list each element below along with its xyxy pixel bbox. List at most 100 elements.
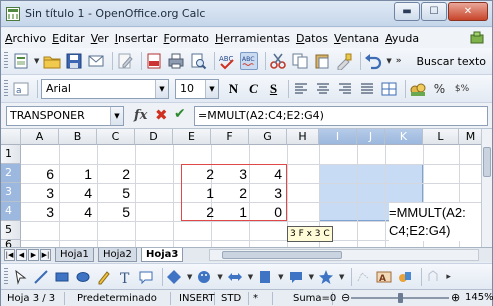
cell-f4[interactable]: 1 bbox=[211, 204, 247, 220]
align-left-icon[interactable] bbox=[292, 80, 310, 98]
horizontal-scrollbar[interactable] bbox=[209, 249, 479, 261]
column-header[interactable]: D bbox=[135, 129, 173, 145]
standard-format-button[interactable]: $% bbox=[451, 80, 473, 98]
export-pdf-icon[interactable] bbox=[145, 52, 163, 70]
function-wizard-icon[interactable]: fx bbox=[134, 108, 147, 123]
menu-insertar[interactable]: Insertar bbox=[115, 32, 158, 45]
email-icon[interactable] bbox=[87, 52, 105, 70]
first-sheet-icon[interactable]: |◀ bbox=[4, 249, 15, 261]
cell-c3[interactable]: 5 bbox=[97, 185, 130, 201]
justify-icon[interactable] bbox=[358, 80, 376, 98]
column-header[interactable]: B bbox=[59, 129, 97, 145]
column-header[interactable]: A bbox=[21, 129, 59, 145]
cell-edit-line-1[interactable]: =MMULT(A2: bbox=[389, 203, 481, 223]
cell-f2[interactable]: 3 bbox=[211, 166, 247, 182]
selection-mode[interactable]: STD bbox=[221, 292, 249, 305]
clone-format-icon[interactable] bbox=[335, 52, 353, 70]
spreadsheet-grid[interactable]: A B C D E F G H I J K L M 1 2 3 4 5 6 6 … bbox=[1, 129, 492, 247]
cell-b2[interactable]: 1 bbox=[59, 166, 92, 182]
toolbar-grip[interactable] bbox=[4, 79, 8, 98]
print-preview-icon[interactable] bbox=[189, 52, 207, 70]
cancel-icon[interactable]: ✖ bbox=[155, 106, 168, 124]
cell-a3[interactable]: 3 bbox=[21, 185, 54, 201]
column-header[interactable]: I bbox=[319, 129, 357, 145]
column-header[interactable]: L bbox=[423, 129, 459, 145]
cell-a4[interactable]: 3 bbox=[21, 204, 54, 220]
minimize-button[interactable]: ▬ bbox=[394, 2, 420, 21]
page-style[interactable]: Predeterminado bbox=[71, 292, 171, 305]
underline-button[interactable]: S bbox=[265, 80, 282, 98]
toolbar-overflow-icon[interactable]: ▸ bbox=[446, 272, 451, 282]
accept-icon[interactable]: ✔ bbox=[174, 106, 186, 122]
column-header[interactable]: F bbox=[211, 129, 249, 145]
zoom-slider-thumb[interactable] bbox=[398, 293, 403, 303]
cell-g3[interactable]: 3 bbox=[249, 185, 282, 201]
select-arrow-icon[interactable] bbox=[12, 269, 28, 285]
cell-c2[interactable]: 2 bbox=[97, 166, 130, 182]
cell-b4[interactable]: 4 bbox=[59, 204, 92, 220]
cell-b3[interactable]: 4 bbox=[59, 185, 92, 201]
maximize-button[interactable]: ☐ bbox=[421, 2, 447, 21]
menu-ver[interactable]: Ver bbox=[91, 32, 109, 45]
chevron-down-icon[interactable]: ▼ bbox=[110, 107, 123, 125]
cell-a2[interactable]: 6 bbox=[21, 166, 54, 182]
align-center-icon[interactable] bbox=[314, 80, 332, 98]
symbol-shapes-icon[interactable] bbox=[196, 269, 212, 285]
paste-icon[interactable] bbox=[313, 52, 331, 70]
spellcheck-icon[interactable]: ABC bbox=[218, 52, 236, 70]
font-size-select[interactable]: 10 ▼ bbox=[175, 78, 219, 99]
percent-format-button[interactable]: % bbox=[431, 80, 448, 98]
chevron-down-icon[interactable]: ▼ bbox=[155, 79, 168, 98]
align-right-icon[interactable] bbox=[336, 80, 354, 98]
save-icon[interactable] bbox=[65, 52, 83, 70]
menu-formato[interactable]: Formato bbox=[164, 32, 210, 45]
previous-sheet-icon[interactable]: ◀ bbox=[16, 249, 27, 261]
undo-icon[interactable] bbox=[364, 52, 382, 70]
column-header[interactable]: H bbox=[287, 129, 319, 145]
column-header[interactable]: E bbox=[173, 129, 211, 145]
block-arrows-icon[interactable] bbox=[227, 269, 243, 285]
vertical-scroll-thumb[interactable] bbox=[483, 147, 491, 177]
menu-ventana[interactable]: Ventana bbox=[334, 32, 379, 45]
column-header[interactable]: M bbox=[459, 129, 483, 145]
cell-e2[interactable]: 2 bbox=[173, 166, 214, 182]
stars-icon[interactable] bbox=[318, 269, 334, 285]
cell-g4[interactable]: 0 bbox=[249, 204, 282, 220]
menu-ayuda[interactable]: Ayuda bbox=[385, 32, 419, 45]
toolbar-grip[interactable] bbox=[4, 52, 8, 70]
row-header[interactable]: 3 bbox=[1, 183, 21, 202]
chevron-down-icon[interactable]: ▼ bbox=[187, 273, 192, 281]
rectangle-icon[interactable] bbox=[54, 269, 70, 285]
menu-editar[interactable]: Editar bbox=[52, 32, 85, 45]
font-name-select[interactable]: Arial ▼ bbox=[41, 78, 169, 99]
cell-f3[interactable]: 2 bbox=[211, 185, 247, 201]
edit-file-icon[interactable] bbox=[116, 52, 134, 70]
vertical-scrollbar[interactable] bbox=[481, 129, 492, 247]
row-header[interactable]: 2 bbox=[1, 164, 21, 183]
cell-e4[interactable]: 2 bbox=[173, 204, 214, 220]
name-box[interactable]: TRANSPONER ▼ bbox=[6, 106, 124, 126]
flowchart-icon[interactable] bbox=[257, 269, 273, 285]
gallery-icon[interactable] bbox=[397, 269, 413, 285]
toolbar-grip[interactable] bbox=[4, 267, 8, 286]
points-icon[interactable] bbox=[355, 269, 371, 285]
styles-icon[interactable]: a bbox=[12, 80, 30, 98]
menu-archivo[interactable]: Archivo bbox=[5, 32, 46, 45]
fontwork-icon[interactable]: A bbox=[376, 269, 392, 285]
last-sheet-icon[interactable]: ▶| bbox=[40, 249, 51, 261]
open-folder-icon[interactable] bbox=[43, 52, 61, 70]
autospellcheck-icon[interactable]: ABC bbox=[240, 52, 259, 70]
text-icon[interactable]: T bbox=[117, 269, 133, 285]
print-icon[interactable] bbox=[167, 52, 185, 70]
new-document-icon[interactable] bbox=[12, 52, 30, 70]
italic-button[interactable]: C bbox=[245, 80, 262, 98]
insert-mode[interactable]: INSERT bbox=[179, 292, 215, 305]
chevron-down-icon[interactable]: ▼ bbox=[386, 57, 391, 65]
zoom-level[interactable]: 145% bbox=[465, 292, 493, 303]
ellipse-icon[interactable] bbox=[75, 269, 91, 285]
row-header[interactable]: 1 bbox=[1, 145, 21, 164]
close-button[interactable]: ✕ bbox=[448, 2, 488, 21]
line-icon[interactable] bbox=[33, 269, 49, 285]
basic-shapes-icon[interactable] bbox=[166, 269, 182, 285]
cut-icon[interactable] bbox=[269, 52, 287, 70]
